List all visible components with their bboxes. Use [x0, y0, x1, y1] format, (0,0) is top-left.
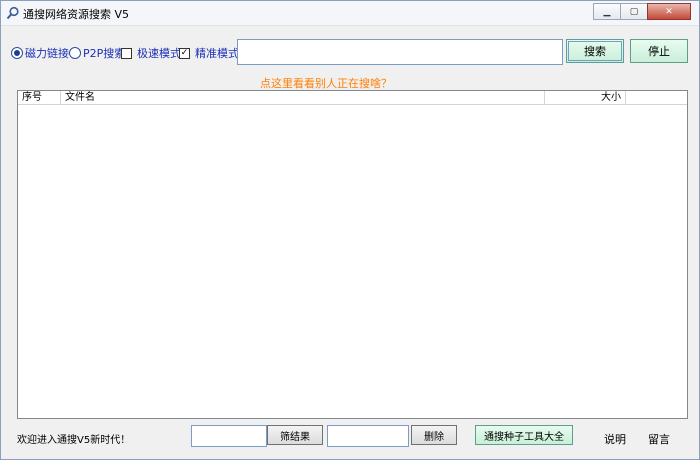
- torrent-tools-button[interactable]: 通搜种子工具大全: [475, 425, 573, 445]
- status-message: 欢迎进入通搜V5新时代！: [17, 435, 131, 446]
- column-header-size[interactable]: 大小: [545, 91, 626, 104]
- delete-button-label: 删除: [424, 431, 444, 443]
- help-link[interactable]: 说明: [604, 431, 626, 447]
- column-header-filename-label: 文件名: [65, 92, 95, 103]
- close-icon: ✕: [665, 6, 673, 17]
- search-button-label: 搜索: [584, 45, 606, 58]
- checkbox-fast-mode[interactable]: 极速模式: [121, 45, 181, 61]
- radio-p2p[interactable]: P2P搜索: [69, 45, 125, 61]
- popular-searches-link[interactable]: 点这里看看别人正在搜啥？: [1, 75, 651, 91]
- radio-p2p-label: P2P搜索: [83, 47, 126, 60]
- checkbox-precise-label: 精准模式: [195, 47, 239, 60]
- column-header-size-label: 大小: [601, 92, 621, 103]
- title-bar: 通搜网络资源搜索 V5 ▁ ▢ ✕: [1, 1, 699, 26]
- radio-p2p-indicator[interactable]: [69, 47, 81, 59]
- filter-input[interactable]: [191, 425, 267, 447]
- window-title: 通搜网络资源搜索 V5: [23, 8, 130, 21]
- minimize-button[interactable]: ▁: [593, 3, 621, 20]
- torrent-tools-button-label: 通搜种子工具大全: [484, 431, 564, 443]
- radio-magnet-label: 磁力链接: [25, 47, 69, 60]
- radio-magnet[interactable]: 磁力链接: [11, 45, 69, 61]
- search-button[interactable]: 搜索: [566, 39, 624, 63]
- checkbox-precise-box[interactable]: ✓: [179, 47, 190, 59]
- maximize-icon: ▢: [629, 6, 639, 17]
- filter-results-button-label: 筛结果: [280, 431, 310, 443]
- checkbox-precise-mode[interactable]: ✓ 精准模式: [179, 45, 239, 61]
- app-window: 通搜网络资源搜索 V5 ▁ ▢ ✕ 磁力链接 P2P搜索 极速模式 ✓ 精准模式…: [0, 0, 700, 460]
- radio-magnet-indicator[interactable]: [11, 47, 23, 59]
- search-input[interactable]: [237, 39, 563, 65]
- results-list[interactable]: 序号 文件名 大小: [17, 90, 688, 419]
- close-button[interactable]: ✕: [647, 3, 691, 20]
- column-header-index-label: 序号: [22, 92, 42, 103]
- checkbox-fast-box[interactable]: [121, 47, 132, 59]
- checkbox-fast-label: 极速模式: [137, 47, 181, 60]
- column-header-filename[interactable]: 文件名: [61, 91, 545, 104]
- maximize-button[interactable]: ▢: [620, 3, 648, 20]
- minimize-icon: ▁: [603, 6, 611, 17]
- magnifier-icon: [6, 6, 19, 20]
- stop-button[interactable]: 停止: [630, 39, 688, 63]
- stop-button-label: 停止: [648, 45, 670, 58]
- filter-results-button[interactable]: 筛结果: [267, 425, 323, 445]
- delete-input[interactable]: [327, 425, 409, 447]
- column-header-index[interactable]: 序号: [18, 91, 61, 104]
- results-list-header: 序号 文件名 大小: [18, 91, 687, 105]
- feedback-link[interactable]: 留言: [648, 431, 670, 447]
- delete-button[interactable]: 删除: [411, 425, 457, 445]
- window-controls: ▁ ▢ ✕: [593, 3, 691, 20]
